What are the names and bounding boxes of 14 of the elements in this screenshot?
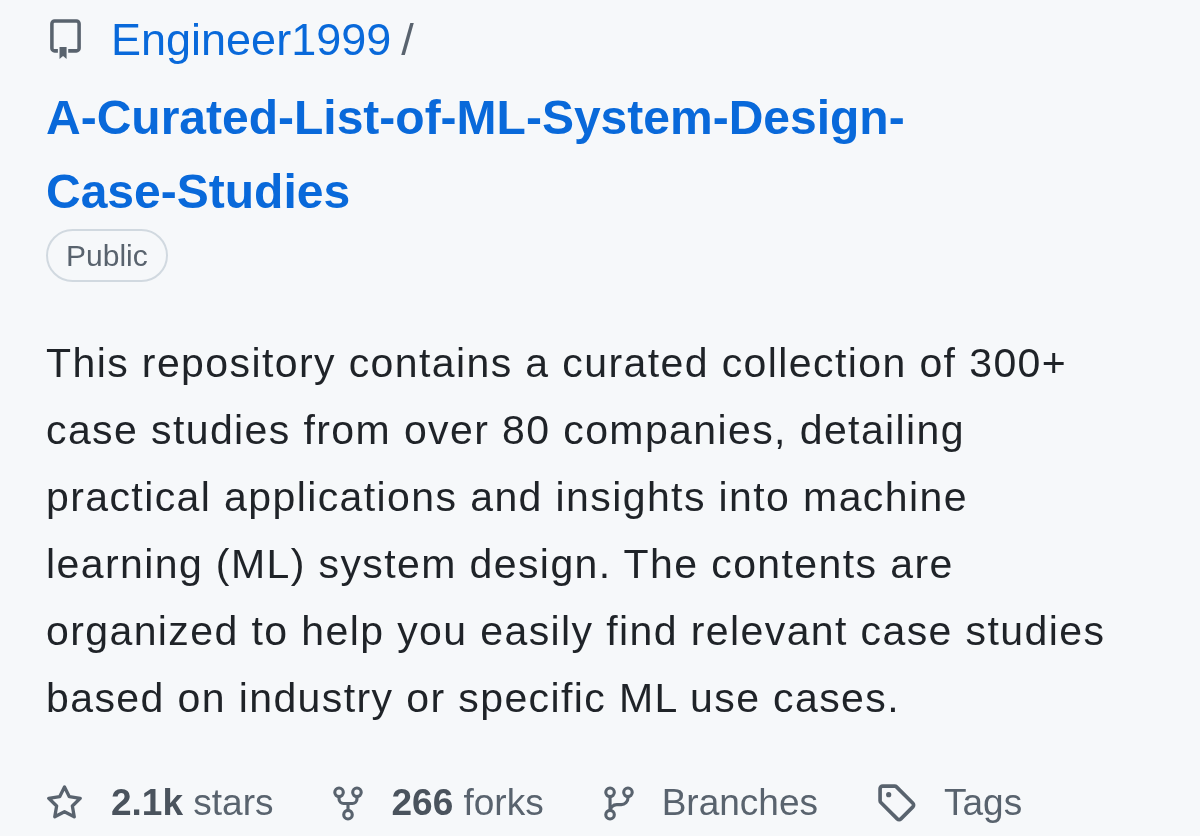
repository-book-icon (50, 19, 81, 61)
repository-title-link[interactable]: A-Curated-List-of-ML-System-Design-Case-Studies (46, 81, 976, 229)
owner-link[interactable]: Engineer1999 (111, 13, 392, 67)
star-icon (46, 785, 83, 821)
tags-link[interactable]: Tags (878, 782, 1023, 824)
stars-link[interactable]: 2.1k stars (46, 782, 274, 824)
path-separator: / (401, 13, 414, 67)
forks-link[interactable]: 266 forks (333, 782, 544, 824)
repository-description: This repository contains a curated collection of 300+ case studies from over 80 companies, detailing practical applications and insights into machine learning (ML) system design. The contents are organized to help you easily find relevant case studies based on industry or specific ML use cases. (46, 339, 1107, 723)
fork-icon (333, 785, 364, 821)
branch-icon (603, 785, 634, 821)
visibility-label: Public (46, 229, 168, 282)
tag-icon (878, 784, 916, 822)
branches-link[interactable]: Branches (603, 782, 818, 824)
